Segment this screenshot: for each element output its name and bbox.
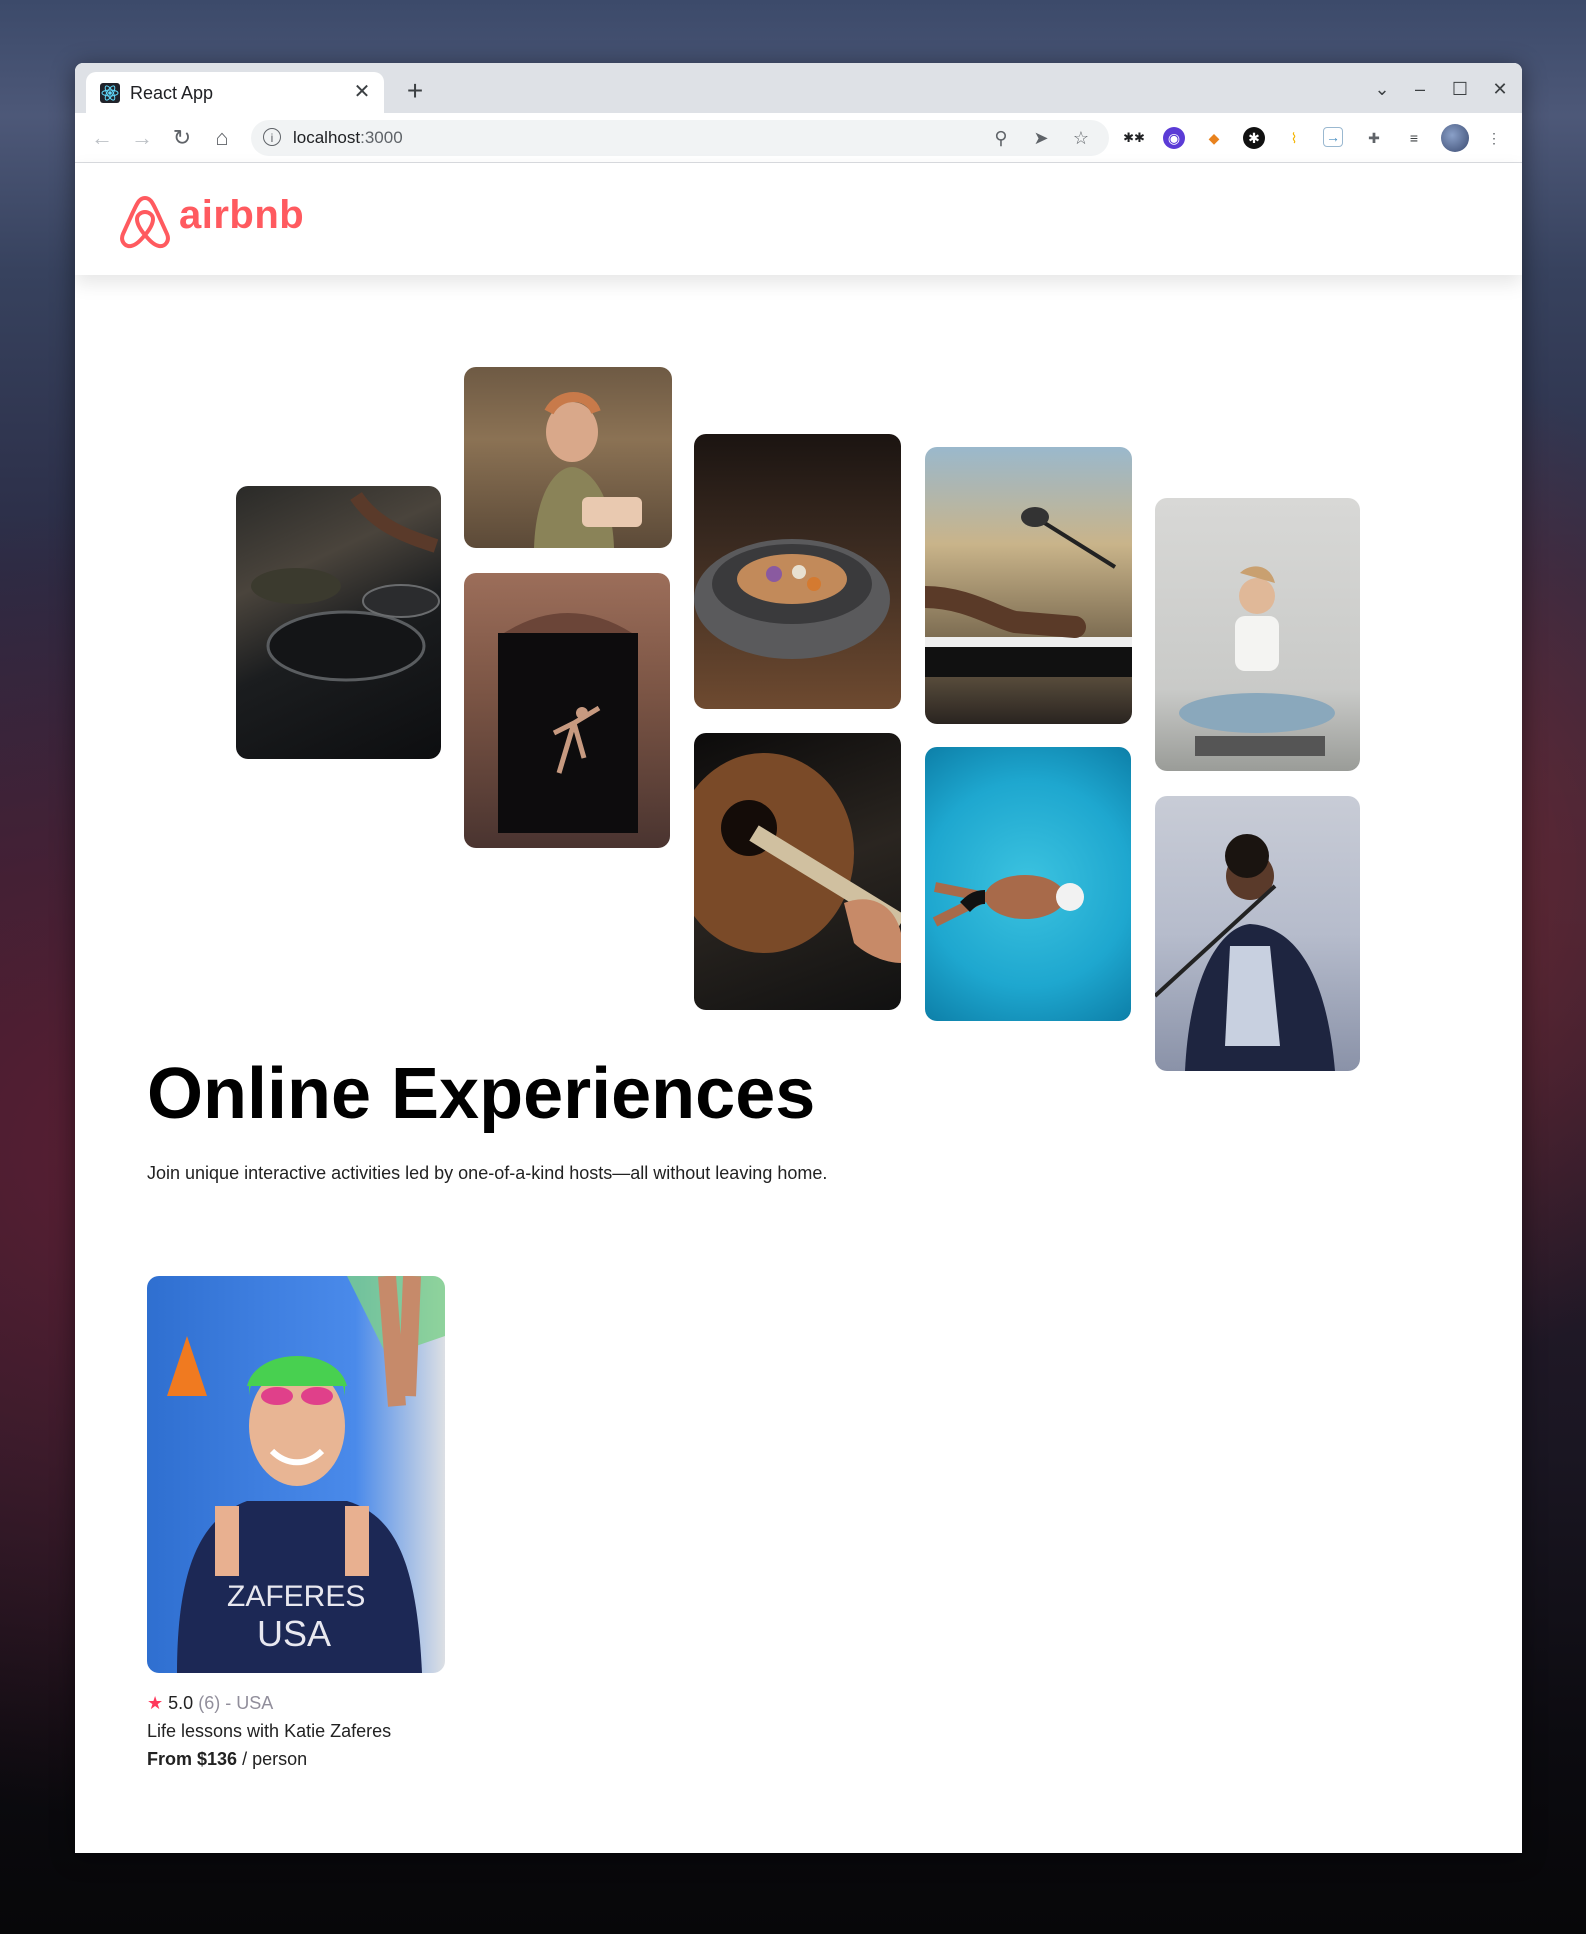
photo-yoga bbox=[1155, 498, 1360, 771]
send-icon[interactable]: ➤ bbox=[1029, 126, 1053, 150]
card-photo-caption-line1: ZAFERES bbox=[227, 1580, 365, 1613]
minimize-button[interactable]: – bbox=[1405, 75, 1435, 103]
navbar: airbnb bbox=[75, 163, 1522, 275]
extension-yellow-icon[interactable]: ⌇ bbox=[1283, 127, 1305, 149]
photo-baker bbox=[464, 367, 672, 548]
card-image: ZAFERES USA bbox=[147, 1276, 445, 1673]
menu-dots-icon[interactable]: ⋮ bbox=[1483, 127, 1505, 149]
card-title: Life lessons with Katie Zaferes bbox=[147, 1721, 392, 1741]
bookmark-star-icon[interactable]: ☆ bbox=[1069, 126, 1093, 150]
extensions-puzzle-icon[interactable]: ✚ bbox=[1363, 127, 1385, 149]
photo-food-bowl bbox=[694, 434, 901, 709]
site-info-icon[interactable]: i bbox=[263, 128, 281, 146]
extension-black-icon[interactable]: ✱ bbox=[1243, 127, 1265, 149]
extension-asterisk-icon[interactable]: ✱✱ bbox=[1123, 127, 1145, 149]
address-bar[interactable]: i localhost:3000 ⚲ ➤ ☆ bbox=[251, 120, 1109, 156]
card-photo-caption-line2: USA bbox=[257, 1613, 331, 1654]
card-review-count: (6) bbox=[198, 1693, 221, 1713]
tab-search-icon[interactable]: ⌄ bbox=[1367, 75, 1397, 103]
metamask-fox-icon[interactable]: ◆ bbox=[1203, 127, 1225, 149]
photo-dancer bbox=[464, 573, 670, 848]
browser-tab[interactable]: React App ✕ bbox=[86, 72, 384, 113]
forward-button[interactable]: → bbox=[127, 123, 157, 153]
extension-purple-icon[interactable]: ◉ bbox=[1163, 127, 1185, 149]
browser-toolbar: ← → ↻ ⌂ i localhost:3000 ⚲ ➤ ☆ ✱✱ ◉ ◆ ✱ … bbox=[75, 113, 1522, 163]
photo-swimmer bbox=[925, 747, 1131, 1021]
new-tab-button[interactable]: + bbox=[400, 77, 430, 107]
page-title: Online Experiences bbox=[147, 1054, 816, 1134]
extension-arrow-icon[interactable]: → bbox=[1323, 127, 1343, 147]
photo-guitar bbox=[694, 733, 901, 1010]
airbnb-logo-icon bbox=[120, 196, 170, 249]
back-button[interactable]: ← bbox=[87, 123, 117, 153]
profile-avatar[interactable] bbox=[1441, 124, 1469, 152]
card-price: From $136 / person bbox=[147, 1749, 307, 1770]
home-button[interactable]: ⌂ bbox=[207, 123, 237, 153]
photo-keyboard bbox=[925, 447, 1132, 724]
airbnb-wordmark: airbnb bbox=[179, 193, 305, 237]
tab-title: React App bbox=[130, 83, 214, 103]
reload-button[interactable]: ↻ bbox=[167, 123, 197, 153]
photo-cooking bbox=[236, 486, 441, 759]
react-favicon-icon bbox=[100, 83, 120, 103]
tab-close-icon[interactable]: ✕ bbox=[350, 80, 374, 104]
window-close-button[interactable]: ✕ bbox=[1485, 75, 1515, 103]
star-icon: ★ bbox=[147, 1693, 164, 1713]
card-price-amount: From $136 bbox=[147, 1749, 238, 1769]
card-stats: ★ 5.0 (6) - USA bbox=[147, 1693, 274, 1713]
maximize-button[interactable]: ☐ bbox=[1445, 75, 1475, 103]
url-text: localhost:3000 bbox=[293, 128, 403, 147]
tab-strip: React App ✕ + ⌄ – ☐ ✕ bbox=[75, 63, 1522, 113]
photo-singer bbox=[1155, 796, 1360, 1071]
media-queue-icon[interactable]: ≡ bbox=[1403, 127, 1425, 149]
card-location: USA bbox=[236, 1693, 274, 1713]
card-rating: 5.0 bbox=[168, 1693, 194, 1713]
page: airbnb Online Experiences Join unique in… bbox=[75, 163, 1522, 1853]
page-subtitle: Join unique interactive activities led b… bbox=[147, 1163, 828, 1183]
browser-window: React App ✕ + ⌄ – ☐ ✕ ← → ↻ ⌂ i localhos… bbox=[75, 63, 1522, 1853]
zoom-icon[interactable]: ⚲ bbox=[989, 126, 1013, 150]
card-price-unit: / person bbox=[242, 1749, 308, 1769]
